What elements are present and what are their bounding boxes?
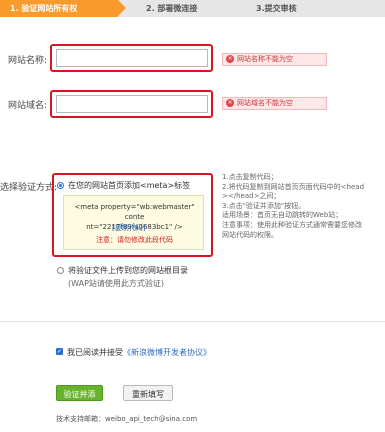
error-icon: × [226,55,234,63]
tip-line: 3.点击"验证并添加"按钮。 [222,201,306,210]
agreement-checkbox[interactable]: ✓ [56,348,63,355]
radio-meta-tag-label[interactable]: 在您的网站首页添加<meta>标签 [68,180,190,191]
tip-line: 网站代码的权限。 [222,230,278,239]
support-email: 技术支持邮箱：weibo_api_tech@sina.com [56,415,198,423]
divider [0,321,385,322]
verify-and-add-button[interactable]: 验证并添加 [56,385,103,415]
site-domain-label: 网站域名: [8,101,48,111]
step-3: 3.提交审核 [256,4,297,13]
site-domain-error: × 网站域名不能为空 [222,97,327,110]
site-domain-error-text: 网站域名不能为空 [237,99,293,107]
verify-file-note: (WAP站请使用此方式验证) [68,279,165,288]
step-arrow-decoration [118,0,126,16]
do-not-modify-warning: 注意：请勿修改此段代码 [96,236,173,244]
site-name-label: 网站名称: [8,56,48,66]
site-name-error: × 网站名称不能为空 [222,53,327,66]
verify-tips: 1.点击复制代码； 2.将代码复制到网站首页页面代码中的<head ></hea… [222,173,382,240]
agreement-prefix: 我已阅读并接受 [67,348,123,357]
error-icon: × [226,99,234,107]
copy-code-link[interactable]: [复制代码] [112,223,145,233]
tip-line: 1.点击复制代码； [222,173,278,181]
developer-agreement-link[interactable]: 《新浪微博开发者协议》 [123,348,211,357]
meta-code-line-1: <meta property="wb:webmaster" conte [74,203,195,221]
tip-line: ></head>之间； [222,192,281,201]
meta-code-box: <meta property="wb:webmaster" conte nt="… [63,195,204,250]
verify-method-label: 选择验证方式: [0,183,58,193]
site-domain-input[interactable] [56,95,208,113]
radio-verify-file-label[interactable]: 将验证文件上传到您的网站根目录 [68,265,188,276]
tip-line: 适用场景：首页无自动跳转的Web站； [222,211,343,220]
tip-line: 注意事项：使用此种验证方式通常需要您修改 [222,220,362,229]
step-2: 2. 部署微连接 [146,4,198,13]
site-name-input[interactable] [56,49,208,67]
tip-line: 2.将代码复制到网站首页页面代码中的<head [222,182,365,191]
reset-button[interactable]: 重新填写 [123,385,173,401]
agreement-text: 我已阅读并接受《新浪微博开发者协议》 [67,347,211,358]
site-name-error-text: 网站名称不能为空 [237,55,293,63]
radio-verify-file[interactable] [57,267,64,274]
step-bar: 1. 验证网站所有权 2. 部署微连接 3.提交审核 [0,0,385,17]
radio-meta-tag[interactable] [57,182,64,189]
step-1-active: 1. 验证网站所有权 [0,0,118,17]
